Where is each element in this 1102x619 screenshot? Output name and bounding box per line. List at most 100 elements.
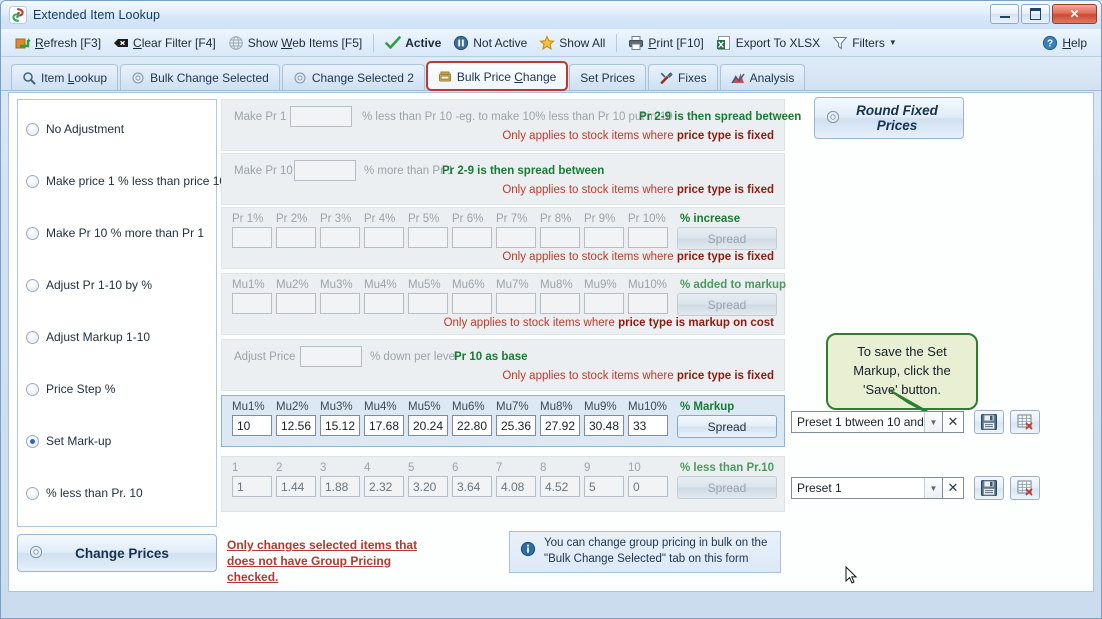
mu-percent-input-8[interactable] bbox=[584, 293, 624, 314]
toolbar-print-button[interactable]: Print [F10] bbox=[622, 33, 709, 53]
mu-percent-input-4[interactable] bbox=[408, 293, 448, 314]
mu-percent-input-3[interactable] bbox=[364, 293, 404, 314]
pr-percent-input-2[interactable] bbox=[320, 227, 360, 248]
toolbar-show-web-items-button[interactable]: Show Web Items [F5] bbox=[222, 33, 369, 53]
pr-percent-input-3[interactable] bbox=[364, 227, 404, 248]
pr-percent-spread-button[interactable]: Spread bbox=[677, 227, 777, 250]
markup-active-input-0[interactable] bbox=[232, 415, 272, 436]
mu-percent-input-0[interactable] bbox=[232, 293, 272, 314]
preset-secondary-save-button[interactable] bbox=[974, 476, 1004, 500]
markup-active-spread-button[interactable]: Spread bbox=[677, 415, 777, 438]
chevron-down-icon[interactable]: ▼ bbox=[924, 478, 942, 498]
close-button[interactable]: ✕ bbox=[1052, 4, 1097, 24]
markup-active-input-3[interactable] bbox=[364, 415, 404, 436]
preset-markup-combo[interactable]: Preset 1 btween 10 and 33 ▼ bbox=[791, 411, 943, 433]
toolbar-active-filter[interactable]: Active bbox=[379, 33, 447, 53]
radio-icon[interactable] bbox=[26, 330, 39, 344]
less-than-pr10-input-3[interactable] bbox=[364, 476, 404, 497]
radio-icon[interactable] bbox=[26, 434, 39, 448]
less-than-pr10-input-1[interactable] bbox=[276, 476, 316, 497]
option-adjust-pr-1-10[interactable]: Adjust Pr 1-10 by % bbox=[26, 278, 152, 292]
option-make-price-1-less[interactable]: Make price 1 % less than price 10 bbox=[26, 174, 226, 188]
markup-active-input-5[interactable] bbox=[452, 415, 492, 436]
mu-percent-input-9[interactable] bbox=[628, 293, 668, 314]
option-no-adjustment[interactable]: No Adjustment bbox=[26, 122, 124, 136]
change-prices-button[interactable]: Change Prices bbox=[17, 534, 217, 572]
mu-percent-input-1[interactable] bbox=[276, 293, 316, 314]
radio-icon[interactable] bbox=[26, 382, 39, 396]
pr-percent-header-6: Pr 7% bbox=[496, 213, 528, 225]
make-pr10-input[interactable] bbox=[294, 160, 356, 181]
chevron-down-icon[interactable]: ▼ bbox=[924, 412, 942, 432]
markup-active-input-7[interactable] bbox=[540, 415, 580, 436]
toolbar-show-all-filter[interactable]: Show All bbox=[533, 33, 611, 53]
tab-change-selected-2[interactable]: Change Selected 2 bbox=[281, 64, 425, 90]
option-make-pr10-more[interactable]: Make Pr 10 % more than Pr 1 bbox=[26, 226, 204, 240]
less-than-pr10-input-9[interactable] bbox=[628, 476, 668, 497]
toolbar-refresh-button[interactable]: RRefresh [F3]efresh [F3] bbox=[9, 33, 107, 53]
mu-percent-input-2[interactable] bbox=[320, 293, 360, 314]
less-than-pr10-input-7[interactable] bbox=[540, 476, 580, 497]
preset-secondary-delete-button[interactable] bbox=[1010, 476, 1040, 500]
pr-percent-input-9[interactable] bbox=[628, 227, 668, 248]
maximize-button[interactable] bbox=[1021, 4, 1050, 24]
make-pr1-input[interactable] bbox=[290, 106, 352, 127]
preset-markup-clear-button[interactable]: ✕ bbox=[943, 411, 964, 433]
pr-percent-input-6[interactable] bbox=[496, 227, 536, 248]
radio-icon[interactable] bbox=[26, 122, 39, 136]
radio-icon[interactable] bbox=[26, 486, 39, 500]
pr-percent-input-8[interactable] bbox=[584, 227, 624, 248]
option-less-than-pr10[interactable]: % less than Pr. 10 bbox=[26, 486, 143, 500]
less-than-pr10-input-2[interactable] bbox=[320, 476, 360, 497]
mu-percent-header-1: Mu2% bbox=[276, 279, 309, 291]
toolbar-help-button[interactable]: ? Help bbox=[1036, 33, 1093, 53]
toolbar-not-active-filter[interactable]: Not Active bbox=[447, 33, 533, 53]
pr-percent-input-0[interactable] bbox=[232, 227, 272, 248]
radio-icon[interactable] bbox=[26, 174, 39, 188]
option-set-markup[interactable]: Set Mark-up bbox=[26, 434, 111, 448]
markup-active-input-6[interactable] bbox=[496, 415, 536, 436]
tab-fixes[interactable]: Fixes bbox=[647, 64, 718, 90]
radio-icon[interactable] bbox=[26, 278, 39, 292]
markup-active-input-8[interactable] bbox=[584, 415, 624, 436]
less-than-pr10-input-8[interactable] bbox=[584, 476, 624, 497]
group-pricing-warning[interactable]: Only changes selected items that does no… bbox=[227, 537, 427, 586]
mu-percent-input-5[interactable] bbox=[452, 293, 492, 314]
radio-icon[interactable] bbox=[26, 226, 39, 240]
markup-active-input-1[interactable] bbox=[276, 415, 316, 436]
option-adjust-markup-1-10[interactable]: Adjust Markup 1-10 bbox=[26, 330, 150, 344]
option-price-step[interactable]: Price Step % bbox=[26, 382, 115, 396]
toolbar-clear-filter-button[interactable]: Clear Filter [F4] bbox=[107, 33, 222, 53]
tab-bulk-change-selected[interactable]: Bulk Change Selected bbox=[120, 64, 280, 90]
less-than-pr10-input-6[interactable] bbox=[496, 476, 536, 497]
less-than-pr10-header-7: 8 bbox=[540, 462, 547, 474]
less-than-pr10-input-0[interactable] bbox=[232, 476, 272, 497]
preset-secondary-combo[interactable]: Preset 1 ▼ bbox=[791, 477, 943, 499]
preset-markup-delete-button[interactable] bbox=[1010, 410, 1040, 434]
markup-active-input-4[interactable] bbox=[408, 415, 448, 436]
preset-secondary-clear-button[interactable]: ✕ bbox=[943, 477, 964, 499]
pr-percent-input-1[interactable] bbox=[276, 227, 316, 248]
preset-markup-save-button[interactable] bbox=[974, 410, 1004, 434]
minimize-button[interactable] bbox=[990, 4, 1019, 24]
pr-percent-input-7[interactable] bbox=[540, 227, 580, 248]
mu-percent-spread-button[interactable]: Spread bbox=[677, 293, 777, 316]
toolbar-export-xlsx-button[interactable]: Export To XLSX bbox=[710, 33, 827, 53]
markup-active-input-2[interactable] bbox=[320, 415, 360, 436]
less-than-spread-button[interactable]: Spread bbox=[677, 476, 777, 499]
round-fixed-prices-button[interactable]: Round Fixed Prices bbox=[814, 97, 964, 139]
mu-percent-input-7[interactable] bbox=[540, 293, 580, 314]
mu-percent-input-6[interactable] bbox=[496, 293, 536, 314]
tab-analysis[interactable]: Analysis bbox=[719, 64, 806, 90]
markup-active-input-9[interactable] bbox=[628, 415, 668, 436]
pr-percent-input-5[interactable] bbox=[452, 227, 492, 248]
less-than-pr10-input-5[interactable] bbox=[452, 476, 492, 497]
toolbar-show-all-label: Show All bbox=[559, 35, 606, 50]
tab-set-prices[interactable]: Set Prices bbox=[569, 64, 646, 90]
toolbar-filters-menu[interactable]: Filters ▼ bbox=[826, 33, 903, 53]
less-than-pr10-input-4[interactable] bbox=[408, 476, 448, 497]
tab-bulk-price-change[interactable]: Bulk Price Change bbox=[425, 61, 569, 91]
pr-percent-input-4[interactable] bbox=[408, 227, 448, 248]
adjust-price-input[interactable] bbox=[300, 346, 362, 367]
tab-item-lookup[interactable]: Item Lookup bbox=[11, 64, 119, 90]
